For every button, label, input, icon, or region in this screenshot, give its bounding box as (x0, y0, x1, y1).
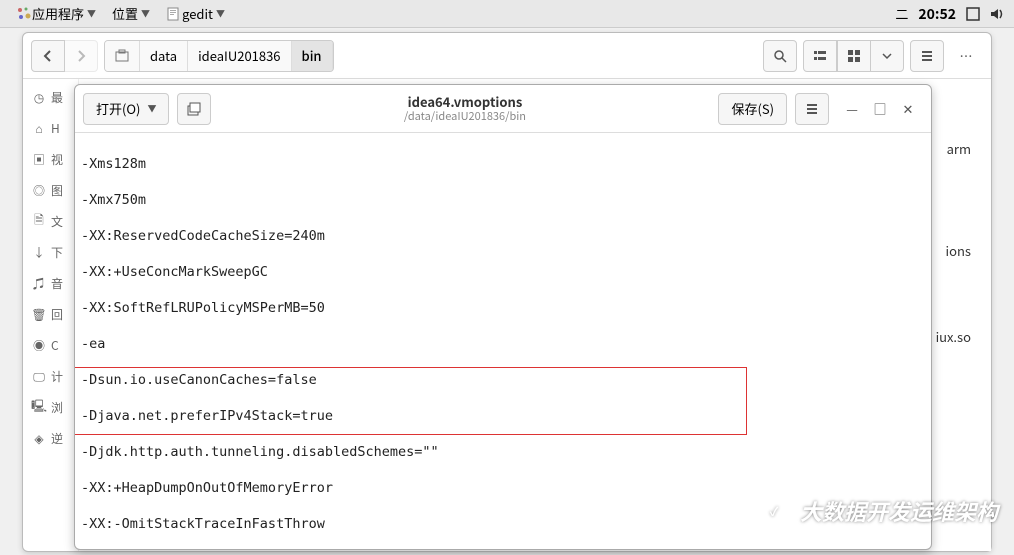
path-seg-2[interactable]: bin (292, 41, 333, 71)
trash-icon: 🗑 (31, 307, 47, 323)
gedit-label: gedit (182, 4, 213, 23)
file-item[interactable]: iux.so (936, 327, 971, 346)
monitor-icon: 🖳 (31, 400, 47, 416)
hamburger-menu-button[interactable] (910, 40, 944, 72)
gnome-foot-icon (16, 6, 32, 22)
watermark: ✓ 大数据开发运维架构 (758, 495, 998, 527)
sidebar-item[interactable]: ▣视 (23, 151, 78, 168)
sidebar: ◷最 ⌂H ▣视 ◎图 🗎文 ↓下 ♫音 🗑回 ◉C 🖵计 🖳浏 ◈逆 (23, 79, 79, 551)
sidebar-item[interactable]: 🖳浏 (23, 399, 78, 416)
sidebar-item[interactable]: ⌂H (23, 120, 78, 137)
code-line: -Djava.net.preferIPv4Stack=true (81, 407, 925, 425)
video-icon: ▣ (31, 152, 47, 168)
gedit-menu[interactable]: gedit ▼ (158, 0, 233, 27)
watermark-text: 大数据开发运维架构 (800, 495, 998, 527)
applications-menu[interactable]: 应用程序 ▼ (8, 0, 104, 27)
places-label: 位置 (112, 4, 138, 23)
text-editor-icon (166, 6, 182, 22)
document-icon: 🗎 (31, 214, 47, 230)
sidebar-item[interactable]: ◎图 (23, 182, 78, 199)
forward-button[interactable] (64, 40, 98, 72)
title-area: idea64.vmoptions /data/ideaIU201836/bin (219, 94, 710, 124)
open-button[interactable]: 打开(O) ▼ (83, 93, 169, 125)
wechat-icon: ✓ (758, 495, 790, 527)
day-label: 二 (895, 4, 908, 23)
disc-icon: ◉ (31, 338, 47, 354)
search-button[interactable] (763, 40, 797, 72)
caret-down-icon: ▼ (147, 102, 156, 115)
sidebar-item[interactable]: 🗑回 (23, 306, 78, 323)
code-line: -Xms128m (81, 155, 925, 173)
music-icon: ♫ (31, 276, 47, 292)
editor-area[interactable]: -Xms128m -Xmx750m -XX:ReservedCodeCacheS… (75, 133, 931, 549)
maximize-button[interactable]: □ (871, 100, 889, 118)
volume-icon[interactable] (990, 7, 1006, 21)
caret-down-icon: ▼ (141, 7, 150, 20)
file-item[interactable]: arm (947, 139, 971, 158)
code-line: -Djdk.http.auth.tunneling.disabledScheme… (81, 443, 925, 461)
clock[interactable]: 二 20:52 (895, 4, 1006, 24)
gedit-window: 打开(O) ▼ idea64.vmoptions /data/ideaIU201… (74, 84, 932, 550)
caret-down-icon: ▼ (216, 7, 225, 20)
caret-down-icon: ▼ (87, 7, 96, 20)
path-seg-1[interactable]: ideaIU201836 (188, 41, 291, 71)
sidebar-item[interactable]: ◈逆 (23, 430, 78, 447)
top-panel: 应用程序 ▼ 位置 ▼ gedit ▼ 二 20:52 (0, 0, 1014, 28)
time-label: 20:52 (918, 4, 956, 24)
clock-icon: ◷ (31, 90, 47, 106)
save-button[interactable]: 保存(S) (718, 93, 787, 125)
network-icon: ◈ (31, 431, 47, 447)
sidebar-item[interactable]: 🗎文 (23, 213, 78, 230)
fm-toolbar: data ideaIU201836 bin ⋯ (23, 33, 991, 79)
code-line: -XX:ReservedCodeCacheSize=240m (81, 227, 925, 245)
code-line: -XX:+UseConcMarkSweepGC (81, 263, 925, 281)
view-list-button[interactable] (803, 40, 837, 72)
save-label: 保存(S) (731, 99, 774, 118)
gedit-header: 打开(O) ▼ idea64.vmoptions /data/ideaIU201… (75, 85, 931, 133)
open-label: 打开(O) (96, 99, 140, 118)
kebab-menu-button[interactable]: ⋯ (949, 40, 983, 72)
back-button[interactable] (31, 40, 65, 72)
home-icon: ⌂ (31, 121, 47, 137)
view-dropdown-button[interactable] (870, 40, 904, 72)
places-menu[interactable]: 位置 ▼ (104, 0, 158, 27)
code-line: -Xmx750m (81, 191, 925, 209)
download-icon: ↓ (31, 245, 47, 261)
square-icon (966, 7, 980, 21)
sidebar-item[interactable]: 🖵计 (23, 368, 78, 385)
path-seg-0[interactable]: data (140, 41, 188, 71)
camera-icon: ◎ (31, 183, 47, 199)
path-bar: data ideaIU201836 bin (104, 40, 334, 72)
sidebar-item[interactable]: ◉C (23, 337, 78, 354)
computer-icon: 🖵 (31, 369, 47, 385)
sidebar-item[interactable]: ♫音 (23, 275, 78, 292)
view-grid-button[interactable] (837, 40, 871, 72)
window-subtitle: /data/ideaIU201836/bin (219, 110, 710, 124)
path-root-icon[interactable] (105, 41, 140, 71)
close-button[interactable]: ✕ (899, 100, 917, 118)
apps-label: 应用程序 (32, 4, 84, 23)
sidebar-item[interactable]: ↓下 (23, 244, 78, 261)
minimize-button[interactable]: — (843, 100, 861, 118)
file-item[interactable]: ions (946, 241, 971, 260)
new-tab-button[interactable] (177, 93, 211, 125)
code-line: -XX:SoftRefLRUPolicyMSPerMB=50 (81, 299, 925, 317)
sidebar-item[interactable]: ◷最 (23, 89, 78, 106)
hamburger-button[interactable] (795, 93, 829, 125)
code-line: -Dsun.io.useCanonCaches=false (81, 371, 925, 389)
code-line: -ea (81, 335, 925, 353)
